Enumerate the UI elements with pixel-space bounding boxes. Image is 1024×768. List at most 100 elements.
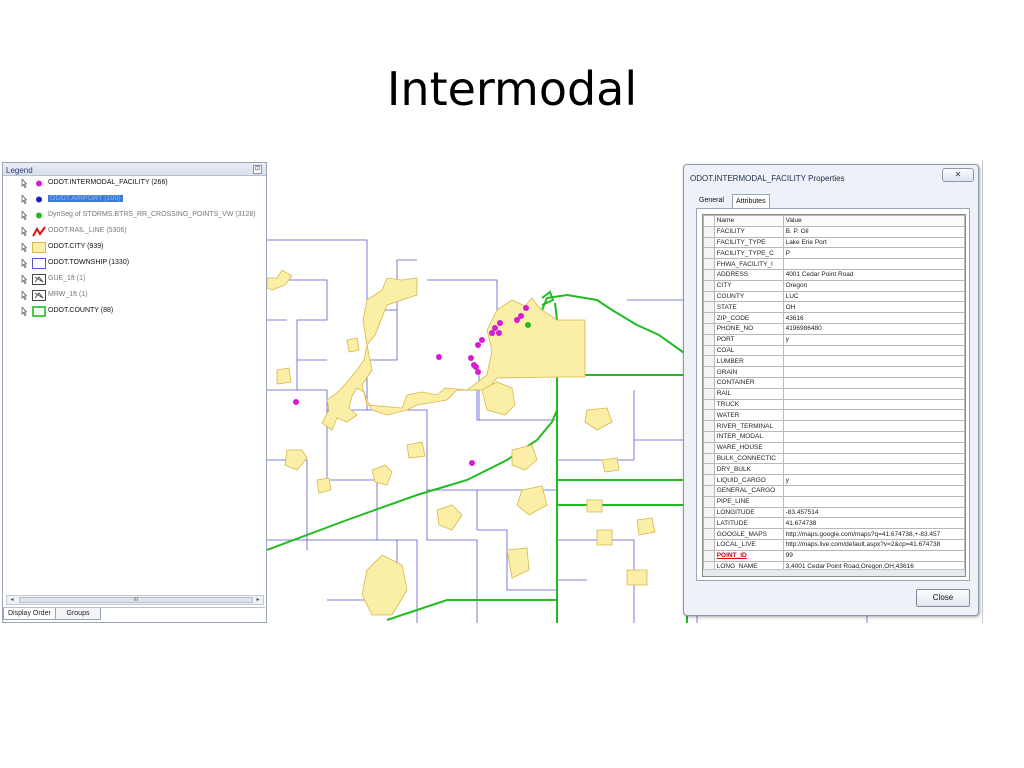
field-value-cell[interactable] [782,398,965,411]
field-value-cell[interactable]: OH [782,301,965,314]
table-row[interactable]: ZIP_CODE 43616 [703,312,965,324]
field-value-cell[interactable] [782,409,965,422]
field-value-cell[interactable]: 4001 Cedar Point Road [782,268,965,281]
field-name-cell: PHONE_NO [713,322,784,335]
field-value-cell[interactable]: 43616 [782,312,965,324]
field-value-cell[interactable] [782,441,965,454]
table-row[interactable]: FACILITY_TYPE Lake Erie Port [703,236,965,249]
table-row[interactable]: GRAIN [703,366,965,378]
table-row[interactable]: LOCAL_LIVE http://maps.live.com/default.a… [703,538,965,551]
field-value-cell[interactable] [782,344,965,357]
column-header-value[interactable]: Value [782,215,965,227]
field-value-cell[interactable]: 99 [782,549,965,562]
field-value-cell[interactable]: P [782,247,965,260]
table-row[interactable]: RAIL [703,387,965,400]
field-value-cell[interactable]: 4196986480 [782,322,965,335]
field-value-cell[interactable]: B. P. Oil [782,225,965,238]
row-header-cell [703,333,715,346]
field-value-cell[interactable] [782,387,965,400]
table-row[interactable]: LIQUID_CARGO y [703,474,965,486]
table-row[interactable]: BULK_CONNECTIC [703,452,965,465]
table-row[interactable]: COUNTY LUC [703,290,965,303]
table-row[interactable]: FACILITY_TYPE_C P [703,247,965,260]
legend-item-rail-line[interactable]: ODOT.RAIL_LINE (5306) [3,225,265,239]
table-row[interactable]: COAL [703,344,965,357]
scroll-right-icon[interactable]: ▸ [253,596,263,604]
field-value-cell[interactable] [782,366,965,378]
table-row[interactable]: PORT y [703,333,965,346]
legend-item-intermodal-facility[interactable]: ODOT.INTERMODAL_FACILITY (266) [3,177,265,191]
table-row[interactable]: GENERAL_CARGO [703,484,965,497]
field-name-cell: GOOGLE_MAPS [713,528,784,540]
field-value-cell[interactable] [782,258,965,270]
column-header-name[interactable]: Name [713,215,784,227]
tab-display-order[interactable]: Display Order [3,608,56,620]
tab-general[interactable]: General [696,194,727,208]
table-row[interactable]: CONTAINER [703,376,965,389]
table-row[interactable]: FHWA_FACILITY_I [703,258,965,270]
table-row[interactable]: WARE_HOUSE [703,441,965,454]
field-value-cell[interactable]: http://maps.live.com/default.aspx?v=2&cp… [782,538,965,551]
close-button[interactable]: Close [916,589,970,607]
field-value-cell[interactable]: LUC [782,290,965,303]
legend-item-gue[interactable]: GUE_1ft (1) [3,273,265,287]
close-icon[interactable]: ✕ [942,168,974,182]
field-value-cell[interactable]: y [782,474,965,486]
table-row[interactable]: FACILITY B. P. Oil [703,225,965,238]
field-value-cell[interactable] [782,376,965,389]
table-row[interactable]: PHONE_NO 4196986480 [703,322,965,335]
field-value-cell[interactable] [782,484,965,497]
scroll-thumb[interactable]: III [19,597,253,603]
table-horizontal-scrollbar[interactable] [703,569,965,576]
table-row[interactable]: WATER [703,409,965,422]
field-value-cell[interactable]: -83.457514 [782,506,965,519]
legend-item-city[interactable]: ODOT.CITY (939) [3,241,265,255]
field-value-cell[interactable] [782,463,965,476]
table-row[interactable]: INTER_MODAL [703,430,965,443]
field-name-cell: DRY_BULK [713,463,784,476]
legend-item-rr-crossing[interactable]: DynSeg of STORMS.BTRS_RR_CROSSING_POINTS… [3,209,265,223]
field-name-cell: POINT_ID [713,549,784,562]
scroll-left-icon[interactable]: ◂ [7,596,17,604]
city-polygons [267,269,656,616]
attribute-table[interactable]: Name Value FACILITY B. P. Oil FACILITY_TYP… [702,214,966,577]
row-header-cell [703,215,715,227]
field-value-cell[interactable]: Oregon [782,279,965,292]
attributes-panel: Name Value FACILITY B. P. Oil FACILITY_TYP… [696,208,970,581]
table-row[interactable]: GOOGLE_MAPS http://maps.google.com/maps?q… [703,528,965,540]
legend-item-county[interactable]: ODOT.COUNTY (88) [3,305,265,319]
legend-horizontal-scrollbar[interactable]: ◂ III ▸ [6,595,264,605]
table-row[interactable]: CITY Oregon [703,279,965,292]
legend-item-township[interactable]: ODOT.TOWNSHIP (1330) [3,257,265,271]
field-value-cell[interactable] [782,355,965,368]
field-value-cell[interactable] [782,420,965,432]
table-row[interactable]: LONGITUDE -83.457514 [703,506,965,519]
field-value-cell[interactable]: http://maps.google.com/maps?q=41.674738,… [782,528,965,540]
table-row[interactable]: ADDRESS 4001 Cedar Point Road [703,268,965,281]
field-value-cell[interactable] [782,495,965,508]
tab-attributes[interactable]: Attributes [732,194,770,208]
legend-item-airport[interactable]: ODOT.AIRPORT (100) [3,193,265,207]
field-value-cell[interactable] [782,430,965,443]
table-row[interactable]: STATE OH [703,301,965,314]
table-row[interactable]: POINT_ID 99 [703,549,965,562]
field-value-cell[interactable]: Lake Erie Port [782,236,965,249]
legend-item-mrw[interactable]: MRW_1ft (1) [3,289,265,303]
table-row[interactable]: PIPE_LINE [703,495,965,508]
dialog-title-bar[interactable]: ODOT.INTERMODAL_FACILITY Properties ✕ [684,165,978,191]
table-row[interactable]: LUMBER [703,355,965,368]
table-row[interactable]: LATITUDE 41.674738 [703,517,965,530]
table-row[interactable]: DRY_BULK [703,463,965,476]
field-value-cell[interactable]: 41.674738 [782,517,965,530]
field-value-cell[interactable] [782,452,965,465]
legend-item-label: MRW_1ft (1) [48,291,88,298]
table-row[interactable]: RIVER_TERMINAL [703,420,965,432]
field-value-cell[interactable]: y [782,333,965,346]
row-header-cell [703,474,715,486]
table-row[interactable]: TRUCK [703,398,965,411]
tab-groups[interactable]: Groups [55,608,101,620]
pin-icon[interactable]: ⊡ [253,165,262,174]
field-name-cell: GENERAL_CARGO [713,484,784,497]
legend-item-label: ODOT.INTERMODAL_FACILITY (266) [48,179,168,186]
table-header-row: Name Value [703,215,965,227]
